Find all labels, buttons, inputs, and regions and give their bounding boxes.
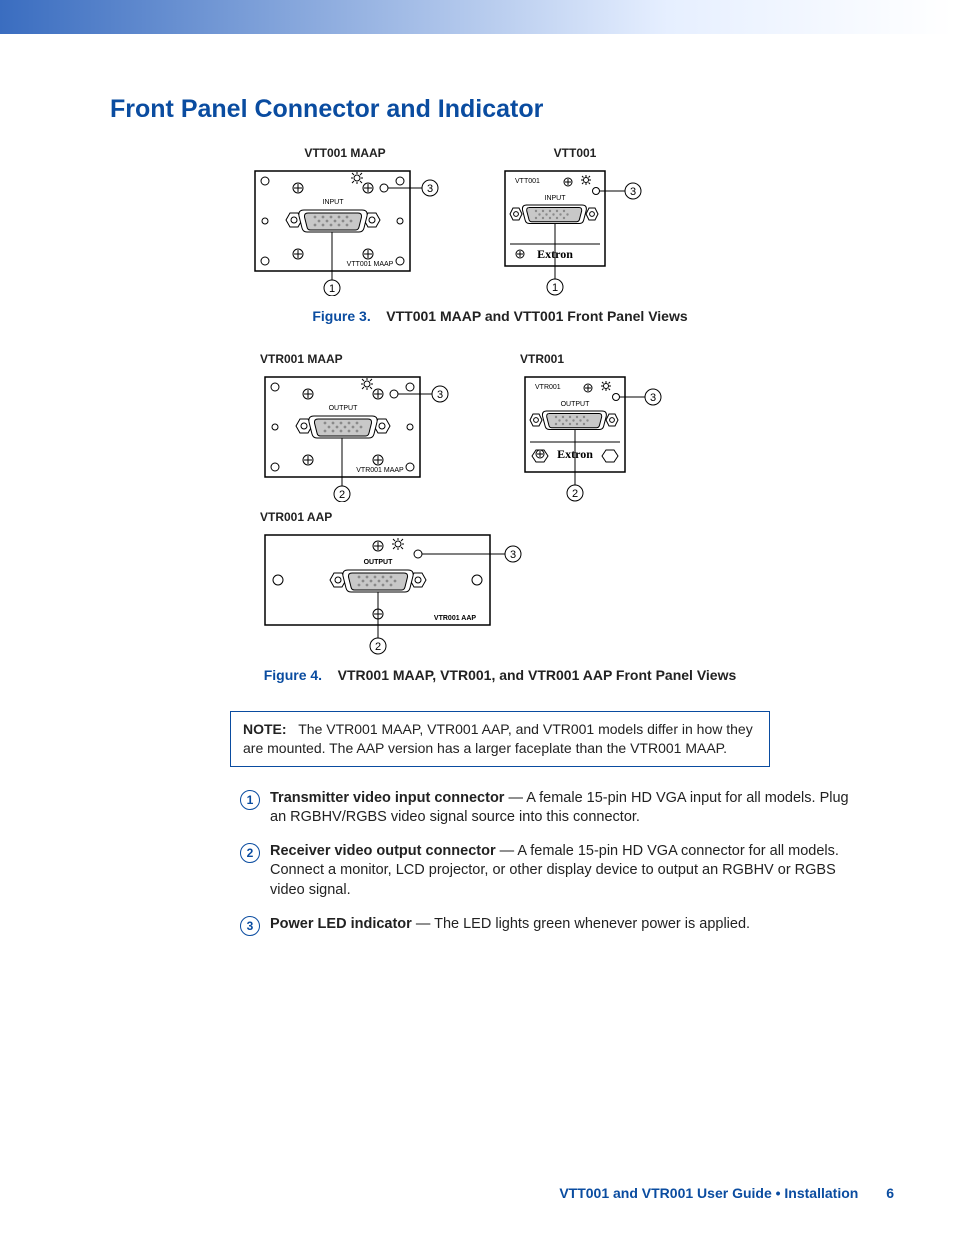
- diagram-input-label: INPUT: [545, 195, 567, 202]
- figure-vtr001: VTR001 VTR001 OUTPUT: [520, 352, 670, 502]
- svg-text:3: 3: [650, 392, 656, 404]
- callout-lead: Transmitter video input connector: [270, 790, 504, 806]
- diagram-input-label: INPUT: [323, 199, 345, 206]
- diagram-output-label: OUTPUT: [364, 559, 394, 566]
- diagram-model-text: VTT001 MAAP: [347, 261, 394, 268]
- figure-4-row-2: VTR001 AAP OUTPUT VTR00: [260, 510, 890, 655]
- callout-text: — The LED lights green whenever power is…: [412, 916, 750, 932]
- svg-text:1: 1: [552, 282, 558, 294]
- note-box: NOTE: The VTR001 MAAP, VTR001 AAP, and V…: [230, 711, 770, 767]
- diagram-output-label: OUTPUT: [561, 401, 591, 408]
- caption-number: Figure 4.: [264, 667, 322, 683]
- footer-title: VTT001 and VTR001 User Guide • Installat…: [559, 1185, 858, 1201]
- note-text: The VTR001 MAAP, VTR001 AAP, and VTR001 …: [243, 721, 753, 756]
- diagram-vtr001-maap: OUTPUT VTR001 MAAP 3 2: [260, 372, 450, 502]
- svg-text:3: 3: [630, 186, 636, 198]
- figure-label: VTR001 MAAP: [260, 352, 343, 366]
- page-content: Front Panel Connector and Indicator VTT0…: [110, 95, 890, 950]
- figure-vtt001: VTT001 VTT001 INPUT: [500, 146, 650, 296]
- callout-number-icon: 2: [240, 843, 260, 863]
- diagram-model-text: VTR001 MAAP: [356, 467, 404, 474]
- section-heading: Front Panel Connector and Indicator: [110, 95, 890, 124]
- caption-text: VTR001 MAAP, VTR001, and VTR001 AAP Fron…: [338, 667, 737, 683]
- svg-text:3: 3: [437, 389, 443, 401]
- callout-1: 1 Transmitter video input connector — A …: [240, 789, 850, 828]
- note-label: NOTE:: [243, 721, 287, 737]
- diagram-model-text: VTR001 AAP: [434, 615, 476, 622]
- figure-3-row: VTT001 MAAP: [250, 146, 890, 296]
- caption-number: Figure 3.: [312, 308, 370, 324]
- callout-number-icon: 3: [240, 916, 260, 936]
- callout-number-icon: 1: [240, 790, 260, 810]
- caption-text: VTT001 MAAP and VTT001 Front Panel Views: [386, 308, 687, 324]
- svg-text:2: 2: [339, 489, 345, 501]
- page-footer: VTT001 and VTR001 User Guide • Installat…: [559, 1185, 894, 1201]
- figure-label: VTR001: [520, 352, 564, 366]
- figure-vtt001-maap: VTT001 MAAP: [250, 146, 440, 296]
- figure-4-caption: Figure 4. VTR001 MAAP, VTR001, and VTR00…: [110, 667, 890, 683]
- callout-lead: Power LED indicator: [270, 916, 412, 932]
- diagram-model-text: VTR001: [535, 384, 561, 391]
- figure-label: VTT001 MAAP: [304, 146, 385, 160]
- svg-text:3: 3: [510, 549, 516, 561]
- diagram-vtr001-aap: OUTPUT VTR001 AAP 3 2: [260, 530, 540, 655]
- figure-label: VTT001: [554, 146, 597, 160]
- svg-text:2: 2: [375, 641, 381, 653]
- diagram-vtt001: VTT001 INPUT: [500, 166, 650, 296]
- page-top-border: [0, 0, 954, 34]
- figure-3-caption: Figure 3. VTT001 MAAP and VTT001 Front P…: [110, 308, 890, 324]
- diagram-model-text: VTT001: [515, 178, 540, 185]
- diagram-output-label: OUTPUT: [329, 405, 359, 412]
- figure-4-row-1: VTR001 MAAP OUTPUT: [260, 352, 890, 502]
- callout-2: 2 Receiver video output connector — A fe…: [240, 842, 850, 901]
- callout-list: 1 Transmitter video input connector — A …: [240, 789, 850, 936]
- diagram-vtt001-maap: INPUT: [250, 166, 440, 296]
- diagram-vtr001: VTR001 OUTPUT: [520, 372, 670, 502]
- callout-marker: 1: [329, 283, 335, 295]
- page-number: 6: [886, 1185, 894, 1201]
- callout-marker: 3: [427, 183, 433, 195]
- svg-text:2: 2: [572, 488, 578, 500]
- figure-vtr001-maap: VTR001 MAAP OUTPUT: [260, 352, 450, 502]
- callout-lead: Receiver video output connector: [270, 843, 496, 859]
- callout-3: 3 Power LED indicator — The LED lights g…: [240, 915, 850, 936]
- figure-label: VTR001 AAP: [260, 510, 890, 524]
